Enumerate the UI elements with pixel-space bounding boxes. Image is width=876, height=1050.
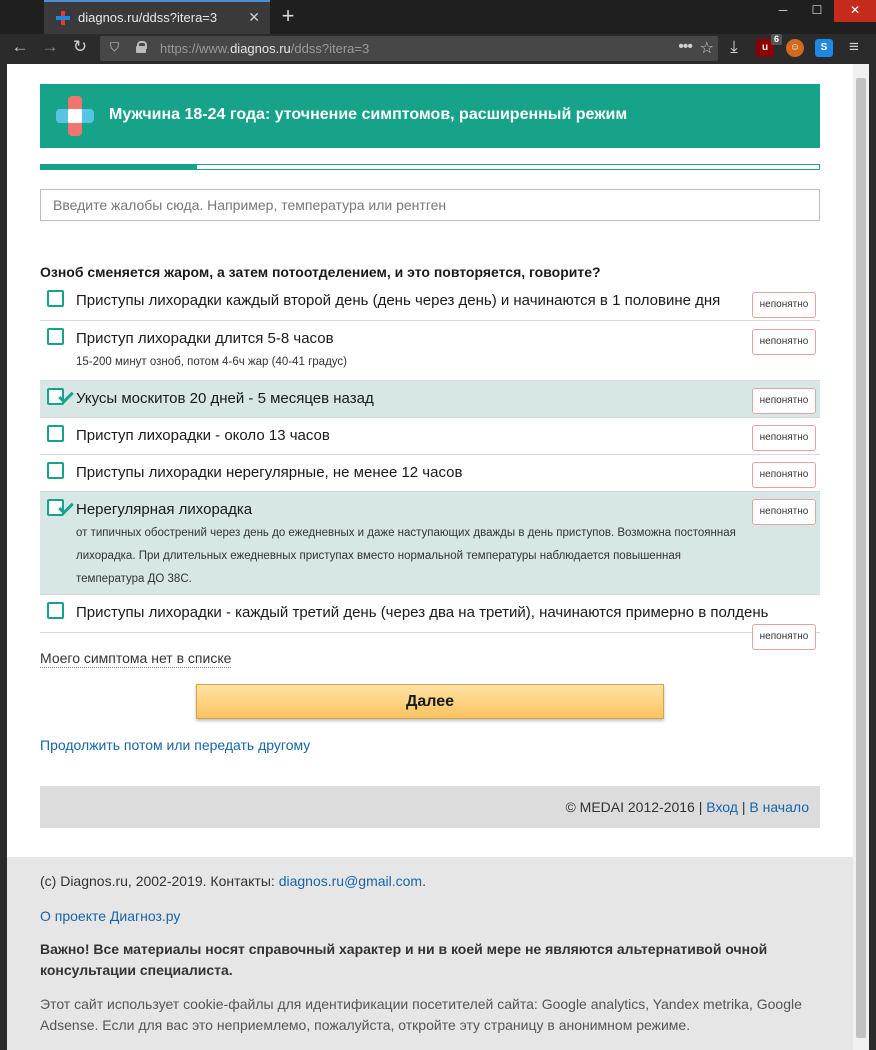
forward-icon[interactable]: → — [38, 37, 62, 57]
close-window-icon[interactable]: ✕ — [834, 0, 876, 22]
checkmark-icon — [58, 388, 74, 404]
unclear-button[interactable]: непонятно — [752, 499, 816, 525]
bookmark-star-icon[interactable]: ☆ — [700, 38, 714, 58]
back-icon[interactable]: ← — [8, 37, 32, 57]
unclear-button[interactable]: непонятно — [752, 462, 816, 488]
menu-icon[interactable]: ≡ — [842, 37, 866, 57]
option-label: Приступы лихорадки нерегулярные, не мене… — [76, 464, 463, 481]
reload-icon[interactable]: ↻ — [68, 37, 92, 57]
checkbox[interactable] — [47, 602, 64, 619]
monkey-icon[interactable]: ☺ — [786, 39, 804, 57]
option-label: Приступы лихорадки - каждый третий день … — [76, 604, 769, 621]
option-description: 15-200 минут озноб, потом 4-6ч жар (40-4… — [76, 356, 347, 368]
new-tab-button[interactable]: + — [276, 3, 300, 29]
browser-navbar: ← → ↻ ⛉ https://www.diagnos.ru/ddss?iter… — [0, 34, 876, 64]
checkbox-checked[interactable] — [47, 388, 74, 405]
about-line: О проекте Диагноз.ру — [40, 906, 820, 927]
symptom-option[interactable]: Приступ лихорадки длится 5-8 часов 15-20… — [40, 321, 820, 381]
page-title: Мужчина 18-24 года: уточнение симптомов,… — [109, 106, 628, 123]
page-header: Мужчина 18-24 года: уточнение симптомов,… — [40, 84, 820, 148]
unclear-button[interactable]: непонятно — [752, 292, 816, 318]
option-label: Нерегулярная лихорадка — [76, 501, 253, 518]
lock-icon[interactable] — [136, 41, 147, 53]
checkmark-icon — [58, 499, 74, 515]
next-button[interactable]: Далее — [196, 684, 664, 719]
page: Мужчина 18-24 года: уточнение симптомов,… — [7, 64, 853, 1050]
url-bar[interactable]: ⛉ https://www.diagnos.ru/ddss?itera=3 ••… — [100, 36, 718, 61]
browser-tabbar: diagnos.ru/ddss?itera=3 ✕ + ─ ☐ ✕ — [0, 0, 876, 34]
separator: | — [741, 799, 746, 815]
option-label: Приступ лихорадки длится 5-8 часов — [76, 330, 334, 347]
contacts-text: (с) Diagnos.ru, 2002-2019. Контакты: — [40, 873, 279, 889]
cookies-notice: Этот сайт использует cookie-файлы для ид… — [40, 996, 802, 1033]
contacts-line: (с) Diagnos.ru, 2002-2019. Контакты: dia… — [40, 871, 820, 892]
ublock-icon[interactable]: u6 — [756, 34, 782, 57]
disclaimer-text: Важно! Все материалы носят справочный ха… — [40, 941, 768, 978]
checkbox[interactable] — [47, 290, 64, 307]
tab-title: diagnos.ru/ddss?itera=3 — [78, 10, 218, 25]
minimize-icon[interactable]: ─ — [766, 0, 800, 22]
checkbox[interactable] — [47, 425, 64, 442]
about-link[interactable]: О проекте Диагноз.ру — [40, 908, 180, 924]
question-text: Озноб сменяется жаром, а затем потоотдел… — [40, 264, 601, 280]
continue-later-link[interactable]: Продолжить потом или передать другому — [40, 737, 310, 753]
medical-cross-logo-icon — [56, 96, 94, 136]
ext-badge: 6 — [770, 34, 782, 45]
copyright-bar: © MEDAI 2012-2016 | Вход | В начало — [40, 786, 820, 828]
maximize-icon[interactable]: ☐ — [800, 0, 834, 22]
option-label: Приступ лихорадки - около 13 часов — [76, 427, 330, 444]
symptom-option[interactable]: Приступы лихорадки - каждый третий день … — [40, 595, 820, 650]
page-actions-icon[interactable]: ••• — [678, 38, 693, 56]
unclear-button[interactable]: непонятно — [752, 425, 816, 451]
site-favicon-icon — [56, 11, 70, 25]
no-symptom-link[interactable]: Моего симптома нет в списке — [40, 650, 232, 668]
symptom-option[interactable]: Приступы лихорадки каждый второй день (д… — [40, 283, 820, 321]
unclear-button[interactable]: непонятно — [752, 624, 816, 650]
option-label: Приступы лихорадки каждый второй день (д… — [76, 292, 721, 309]
url-text[interactable]: https://www.diagnos.ru/ddss?itera=3 — [160, 41, 369, 56]
shield-icon[interactable]: ⛉ — [110, 40, 119, 55]
window-edge — [869, 64, 876, 1050]
copyright-text: © MEDAI 2012-2016 — [565, 799, 695, 815]
window-controls: ─ ☐ ✕ — [766, 0, 876, 22]
symptom-option[interactable]: Приступы лихорадки нерегулярные, не мене… — [40, 455, 820, 492]
separator: | — [698, 799, 703, 815]
progress-bar — [40, 164, 820, 170]
scrollbar-thumb[interactable] — [856, 78, 866, 1038]
symptom-option[interactable]: Приступ лихорадки - около 13 часов непон… — [40, 418, 820, 455]
copyright-line: © MEDAI 2012-2016 | Вход | В начало — [565, 799, 809, 815]
checkbox[interactable] — [47, 462, 64, 479]
site-footer: (с) Diagnos.ru, 2002-2019. Контакты: dia… — [7, 857, 853, 1050]
symptom-option-selected[interactable]: Нерегулярная лихорадка от типичных обост… — [40, 492, 820, 595]
symptom-option-selected[interactable]: Укусы москитов 20 дней - 5 месяцев назад… — [40, 381, 820, 418]
complaint-search-input[interactable] — [40, 189, 820, 221]
scrollbar[interactable] — [853, 64, 869, 1050]
progress-fill — [41, 165, 197, 169]
unclear-button[interactable]: непонятно — [752, 388, 816, 414]
home-link[interactable]: В начало — [749, 799, 809, 815]
option-label: Укусы москитов 20 дней - 5 месяцев назад — [76, 390, 374, 407]
option-description: от типичных обострений через день до еже… — [76, 527, 736, 585]
login-link[interactable]: Вход — [706, 799, 738, 815]
browser-tab[interactable]: diagnos.ru/ddss?itera=3 ✕ — [44, 0, 270, 34]
checkbox-checked[interactable] — [47, 499, 74, 516]
email-link[interactable]: diagnos.ru@gmail.com — [279, 873, 422, 889]
unclear-button[interactable]: непонятно — [752, 329, 816, 355]
period: . — [422, 873, 426, 889]
checkbox[interactable] — [47, 328, 64, 345]
tab-close-icon[interactable]: ✕ — [248, 9, 260, 26]
s-extension-icon[interactable]: S — [815, 39, 833, 57]
download-icon[interactable]: ⤓ — [722, 37, 746, 57]
